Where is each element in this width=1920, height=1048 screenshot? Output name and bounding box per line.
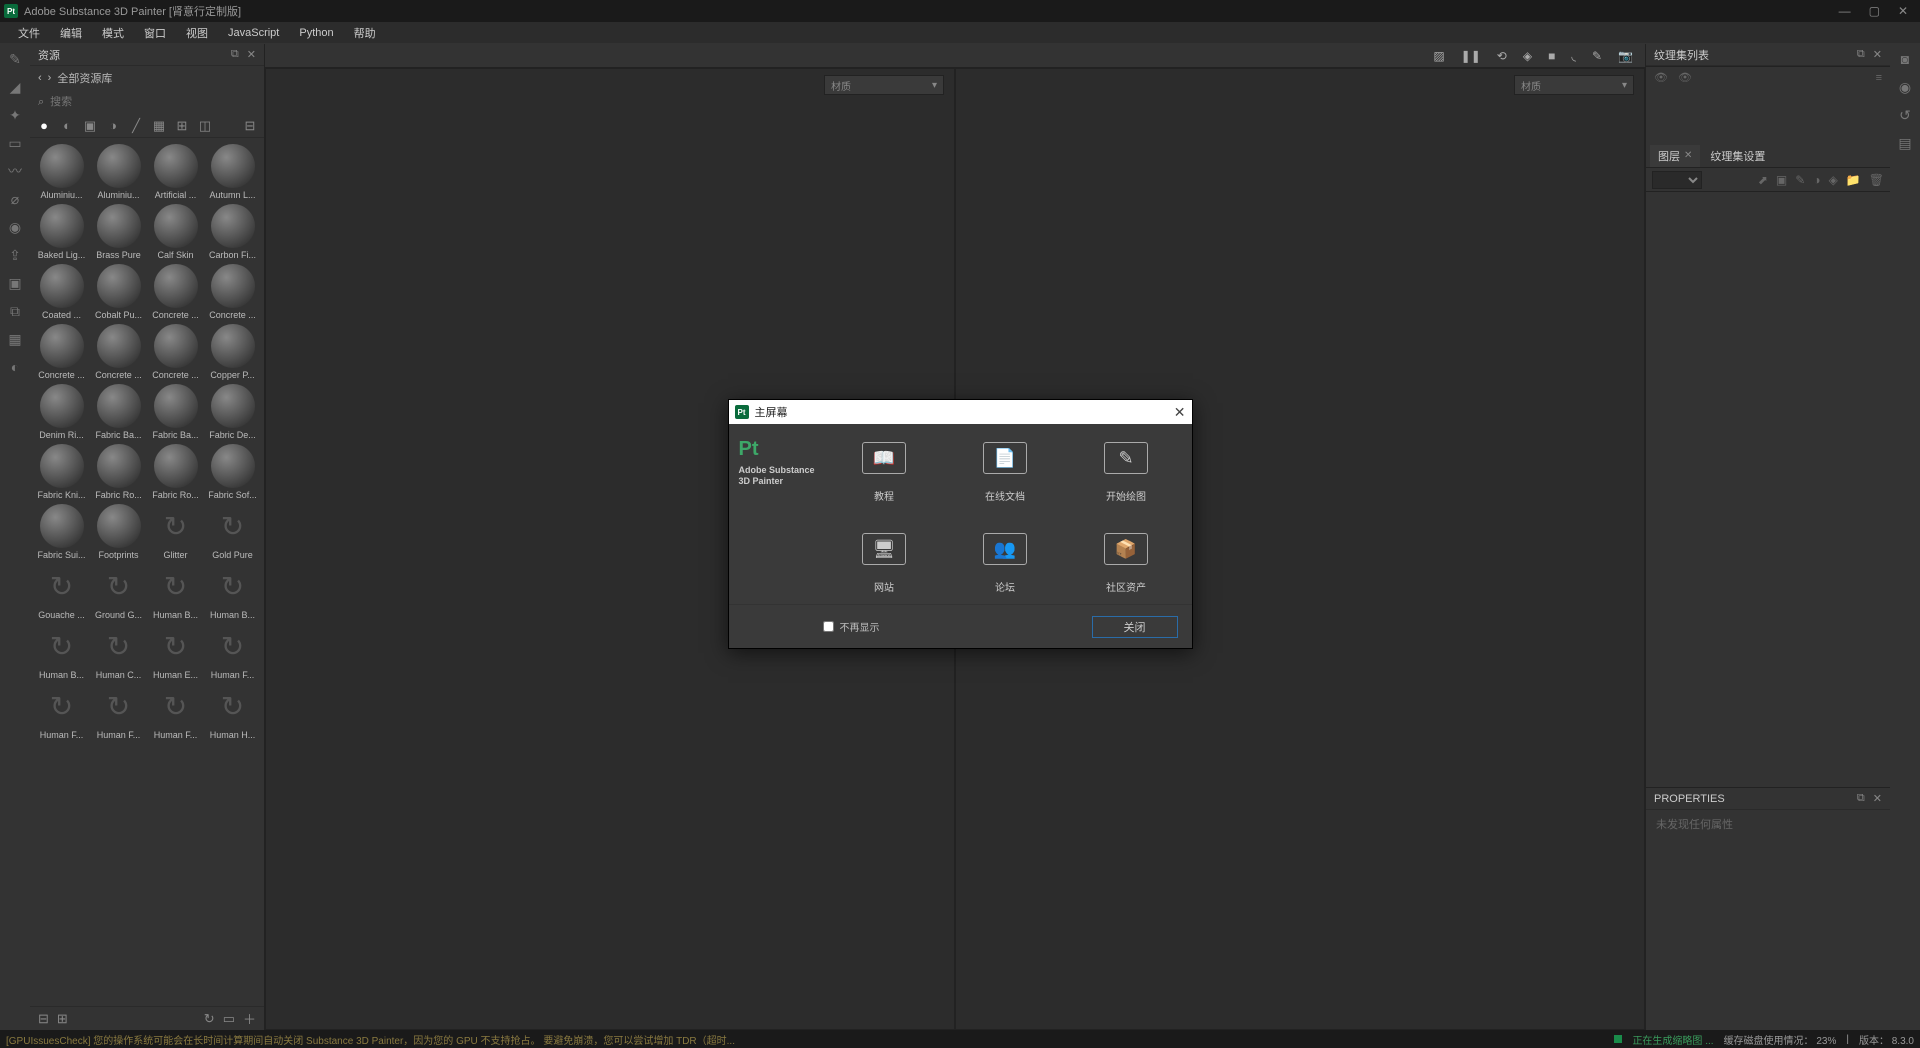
home-item-label: 社区资产: [1106, 579, 1146, 594]
home-item-0[interactable]: 📖 教程: [829, 442, 940, 503]
home-item-icon: ✎: [1104, 442, 1148, 474]
home-item-1[interactable]: 📄 在线文档: [950, 442, 1061, 503]
modal-close-icon[interactable]: ✕: [1174, 404, 1186, 421]
home-item-icon: 📦: [1104, 533, 1148, 565]
app-icon: Pt: [735, 405, 749, 419]
home-item-label: 网站: [874, 579, 894, 594]
modal-title: 主屏幕: [755, 404, 788, 420]
home-item-4[interactable]: 👥 论坛: [950, 533, 1061, 594]
home-item-icon: 👥: [983, 533, 1027, 565]
home-item-5[interactable]: 📦 社区资产: [1071, 533, 1182, 594]
home-item-icon: 📖: [862, 442, 906, 474]
home-item-label: 教程: [874, 488, 894, 503]
modal-logo: Pt: [739, 438, 819, 461]
home-item-3[interactable]: 🖥 网站: [829, 533, 940, 594]
home-item-label: 论坛: [995, 579, 1015, 594]
home-item-icon: 🖥: [862, 533, 906, 565]
home-screen-modal: Pt 主屏幕 ✕ Pt Adobe Substance 3D Painter 📖…: [0, 0, 1920, 1048]
modal-close-button[interactable]: 关闭: [1092, 616, 1178, 638]
home-item-icon: 📄: [983, 442, 1027, 474]
modal-app-name: Adobe Substance 3D Painter: [739, 465, 819, 487]
home-item-2[interactable]: ✎ 开始绘图: [1071, 442, 1182, 503]
home-item-label: 在线文档: [985, 488, 1025, 503]
dont-show-checkbox[interactable]: 不再显示: [823, 619, 880, 634]
home-item-label: 开始绘图: [1106, 488, 1146, 503]
